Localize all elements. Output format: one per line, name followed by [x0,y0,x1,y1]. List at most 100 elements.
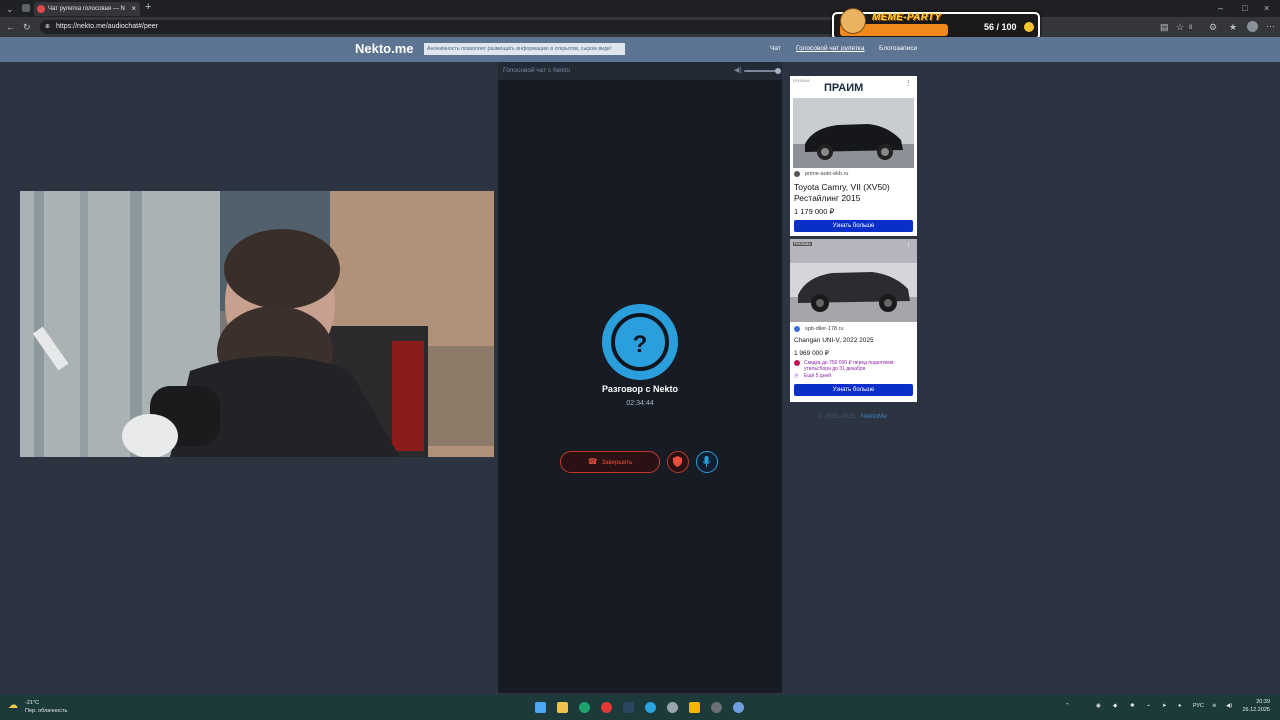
ad-learn-more-button[interactable]: Узнать больше [794,384,913,396]
maximize-icon[interactable]: □ [1242,3,1247,13]
menu-icon[interactable]: ⋯ [1266,21,1275,31]
nav-chat[interactable]: Чат [770,45,781,52]
discount-icon [794,360,800,366]
meme-party-logo: MEME-PARTY [872,12,942,23]
nav-blog[interactable]: Блогозаписи [879,45,917,52]
site-favicon-icon [37,5,45,13]
url-field[interactable]: ⊕ https://nekto.me/audiochat#/peer [40,20,840,34]
weather-icon[interactable]: ☁ [8,700,18,711]
minimize-icon[interactable]: – [1218,3,1223,13]
ad-promo-note: Ещё 5 дней [804,373,832,379]
file-explorer-icon[interactable] [557,702,568,713]
webcam-video [20,191,494,457]
url-text: https://nekto.me/audiochat#/peer [56,23,158,30]
conversation-title: Разговор с Nekto [601,384,679,394]
tab-close-icon[interactable]: × [131,2,136,16]
ad-car-image [790,239,917,322]
anonymity-notice: Анонимность позволяет размещать информац… [424,43,625,55]
doge-icon [840,8,866,34]
ad-domain-icon [794,326,800,332]
volume-tray-icon[interactable]: ◀) [1226,703,1232,709]
peer-avatar-ring: ? [611,313,669,371]
hang-up-icon: ☎ [587,457,598,466]
end-call-label: Завершить [601,460,633,466]
app-icon-2[interactable] [733,702,744,713]
clock-date[interactable]: 26.12.2025 [1240,707,1270,713]
profile-avatar[interactable] [1247,21,1258,32]
coin-icon [1024,22,1034,32]
ad-tag: РЕКЛАМА [793,79,810,83]
bookmark-star-icon[interactable]: ☆ [1176,22,1184,32]
weather-desc[interactable]: Пер. облачность [25,708,67,714]
voice-chat-panel: Голосовой чат с Nekto ◀) ? Разговор с Ne… [498,62,782,693]
site-logo[interactable]: Nekto.me [355,41,414,56]
clock-time[interactable]: 20:39 [1244,699,1270,705]
close-window-icon[interactable]: × [1264,3,1269,13]
language-indicator[interactable]: РУС [1193,703,1204,709]
tab-title: Чат рулетка голосовая — N [48,6,125,12]
meme-score: 56 / 100 [984,22,1017,32]
ad-menu-icon[interactable]: ⋮ [905,79,912,87]
extensions-icon[interactable]: ⚙ [1209,22,1217,32]
shield-icon [673,456,682,467]
browser-tab-bar: ⌄ Чат рулетка голосовая — N × + – □ × [0,0,1280,17]
ad-card-1[interactable]: РЕКЛАМА ⋮ ПРАИМ prime-auto-ekb.ru Toyota… [790,76,917,236]
ad-card-2[interactable]: РЕКЛАМА ⋮ spb-diler-178.ru Changan UNI-V… [790,239,917,402]
tray-bluetooth-icon[interactable]: ✱ [1130,703,1135,709]
edge-icon[interactable] [579,702,590,713]
report-button[interactable] [667,451,689,473]
peer-avatar: ? [602,304,678,380]
tray-chevron-icon[interactable]: ⌃ [1065,703,1070,709]
favorites-icon[interactable]: ★ [1229,22,1237,32]
ad-tag: РЕКЛАМА [793,242,812,246]
ad-brand-logo: ПРАИМ [824,82,864,94]
tray-app-icon[interactable]: ◉ [1096,703,1101,709]
start-icon[interactable] [535,702,546,713]
ad-price: 1 969 000 ₽ [794,350,829,357]
obs-icon[interactable] [711,702,722,713]
tray-network-icon[interactable]: ⌁ [1147,703,1150,709]
ad-domain: spb-diler-178.ru [805,326,844,332]
telegram-icon[interactable] [645,702,656,713]
ad-menu-icon[interactable]: ⋮ [905,242,912,250]
footer-copyright: © 2011-2025 [818,413,856,420]
weather-temp[interactable]: -21°C [25,700,39,706]
back-icon[interactable]: ← [6,22,15,32]
ad-learn-more-button[interactable]: Узнать больше [794,220,913,232]
ad-price: 1 179 000 ₽ [794,207,835,216]
nav-voice-roulette[interactable]: Голосовой чат рулетка [796,45,864,52]
ad-domain: prime-auto-ekb.ru [805,171,849,177]
ad-title: Toyota Camry, VII (XV50) Рестайлинг 2015 [794,182,890,203]
steam-icon[interactable] [623,702,634,713]
site-info-icon[interactable]: ⊕ [45,20,50,34]
tab-list-chevron-icon[interactable]: ⌄ [6,4,14,14]
tray-steam-icon[interactable]: ◆ [1113,703,1117,709]
volume-slider-handle[interactable] [775,68,781,74]
tab-active[interactable]: Чат рулетка голосовая — N × [34,2,140,16]
page-icon[interactable]: ▤ [1160,22,1169,32]
mute-mic-button[interactable] [696,451,718,473]
tab-groups-icon[interactable] [22,4,30,12]
end-call-button[interactable]: ☎ Завершить [560,451,660,473]
meme-party-overlay: MEME-PARTY 56 / 100 [832,8,1040,40]
footer-link[interactable]: NektoMe [861,413,887,420]
clock-icon: ◷ [794,373,799,379]
site-header: Nekto.me Анонимность позволяет размещать… [0,37,1280,62]
ad-promo: Скидка до 750 000 ₽ перед поднятием утил… [804,360,894,372]
chat-header-title: Голосовой чат с Nekto [503,67,571,74]
yandex-browser-icon[interactable] [601,702,612,713]
wifi-icon[interactable]: ≋ [1212,703,1217,709]
question-mark-icon: ? [632,331,648,358]
downloads-count[interactable]: 8 [1189,23,1192,33]
tray-telegram-icon[interactable]: ➤ [1162,703,1167,709]
microphone-icon [702,456,711,467]
ad-title: Changan UNI-V, 2022 2025 [794,337,874,344]
new-tab-icon[interactable]: + [145,2,151,13]
reload-icon[interactable]: ↻ [23,22,31,32]
app-icon[interactable] [689,702,700,713]
tray-mic-icon[interactable]: ● [1178,703,1181,709]
chat-header: Голосовой чат с Nekto ◀) [498,62,782,80]
settings-icon[interactable] [667,702,678,713]
volume-slider[interactable] [744,70,778,72]
volume-icon: ◀) [734,67,742,74]
